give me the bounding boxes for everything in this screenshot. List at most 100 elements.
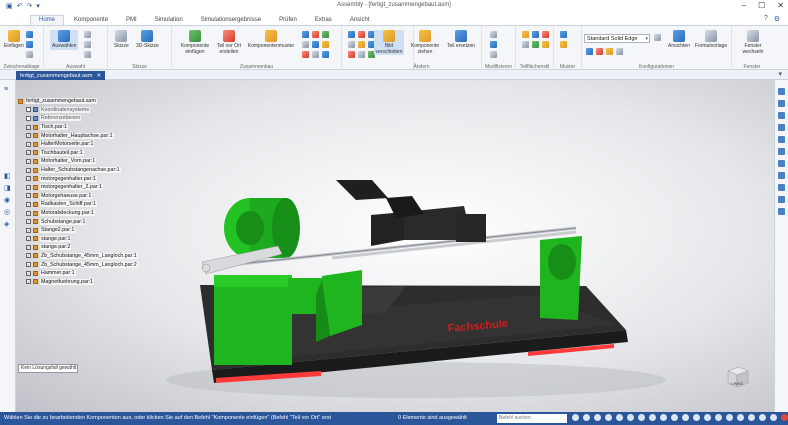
visibility-checkbox[interactable]: ✓ [26, 193, 31, 199]
tab-komponente[interactable]: Komponente [66, 16, 116, 25]
view-icon[interactable] [778, 136, 785, 143]
view-icon[interactable] [778, 172, 785, 179]
visibility-checkbox[interactable]: ✓ [26, 158, 31, 164]
config-icon[interactable] [616, 48, 623, 55]
sensor-icon[interactable]: ◉ [4, 196, 10, 204]
chevron-down-icon[interactable]: ▾ [778, 70, 782, 78]
view-icon[interactable] [778, 184, 785, 191]
view-icon[interactable] [778, 208, 785, 215]
fullscreen-icon[interactable] [748, 414, 755, 421]
tab-simulation[interactable]: Simulation [147, 16, 191, 25]
close-icon[interactable] [781, 414, 788, 421]
view-icon[interactable] [778, 124, 785, 131]
pattern-small-icon[interactable] [560, 31, 567, 38]
config-icon[interactable] [606, 48, 613, 55]
view-icon[interactable] [778, 196, 785, 203]
rotate-icon[interactable] [605, 414, 612, 421]
reflect-icon[interactable] [682, 414, 689, 421]
cut-icon[interactable] [26, 31, 33, 38]
tree-part-item[interactable]: ✓ Radkasten_Schiff.par:1 [18, 200, 158, 209]
view-icon[interactable] [778, 100, 785, 107]
maximize-icon[interactable]: ☐ [758, 1, 765, 10]
tree-part-item[interactable]: ✓ motorgegenhalter_2.par:1 [18, 183, 158, 192]
visibility-checkbox[interactable] [26, 107, 31, 113]
visibility-checkbox[interactable]: ✓ [26, 176, 31, 182]
tree-part-item[interactable]: ✓ HalterMotorseite.par:1 [18, 140, 158, 149]
tree-root[interactable]: fertigt_zusammengebaut.asm [18, 97, 158, 106]
visibility-checkbox[interactable]: ✓ [26, 244, 31, 250]
render-icon[interactable] [693, 414, 700, 421]
sketch-button[interactable]: Skizze [114, 30, 129, 50]
graphics-viewport[interactable]: Fachschule fertigt_zusammengebaut.asm Ko… [16, 80, 774, 412]
section-icon[interactable] [715, 414, 722, 421]
relation-icon[interactable] [348, 31, 355, 38]
tree-part-item[interactable]: ✓ stange.par:2 [18, 243, 158, 252]
visibility-checkbox[interactable]: ✓ [26, 227, 31, 233]
modify-icon[interactable] [490, 31, 497, 38]
tree-system-item[interactable]: Koordinatensysteme [18, 106, 158, 115]
visibility-checkbox[interactable]: ✓ [26, 167, 31, 173]
fit-icon[interactable] [583, 414, 590, 421]
modify-icon[interactable] [490, 51, 497, 58]
window-icon[interactable] [737, 414, 744, 421]
config-icon[interactable] [654, 34, 661, 41]
minimize-icon[interactable]: – [742, 1, 746, 10]
snap-icon[interactable] [660, 414, 667, 421]
mate-icon[interactable] [302, 31, 309, 38]
tab-simulationsergebnisse[interactable]: Simulationsergebnisse [193, 16, 269, 25]
view-icon[interactable] [778, 88, 785, 95]
close-icon[interactable]: ✕ [96, 73, 101, 79]
tree-part-item[interactable]: ✓ stange.par:1 [18, 235, 158, 244]
layers-icon[interactable]: ◧ [4, 172, 11, 180]
face-style-icon[interactable] [532, 31, 539, 38]
tree-part-item[interactable]: ✓ Motorhalter_Hauptachse.par:1 [18, 131, 158, 140]
config-icon[interactable] [586, 48, 593, 55]
notification-icon[interactable] [759, 414, 766, 421]
save-icon[interactable]: ▣ [6, 3, 13, 10]
undo-icon[interactable]: ↶ [17, 3, 23, 10]
drag-component-button[interactable]: Komponente ziehen [410, 30, 440, 55]
tree-part-item[interactable]: ✓ Magnetfuehrung.par:1 [18, 277, 158, 286]
visibility-checkbox[interactable]: ✓ [26, 270, 31, 276]
move-component-button[interactable]: Bild verschieben [374, 30, 404, 55]
relation-icon[interactable] [348, 41, 355, 48]
tree-system-item[interactable]: Referenzebenen [18, 114, 158, 123]
visibility-checkbox[interactable]: ✓ [26, 124, 31, 130]
family-icon[interactable]: ◈ [4, 220, 9, 228]
copy-icon[interactable] [26, 41, 33, 48]
grid-icon[interactable] [649, 414, 656, 421]
visibility-checkbox[interactable]: ✓ [26, 201, 31, 207]
switch-window-button[interactable]: Fenster wechseln [736, 30, 770, 55]
tab-pruefen[interactable]: Prüfen [271, 16, 305, 25]
customize-icon[interactable]: ▾ [36, 3, 40, 10]
view-icon[interactable] [778, 160, 785, 167]
views-button[interactable]: Ansichten [666, 30, 692, 50]
align-icon[interactable] [312, 31, 319, 38]
select-filter-icon[interactable] [84, 31, 91, 38]
config-icon[interactable] [596, 48, 603, 55]
visibility-checkbox[interactable]: ✓ [26, 210, 31, 216]
tree-part-item[interactable]: ✓ Hammer.par:1 [18, 269, 158, 278]
sketch-3d-button[interactable]: 3D-Skizze [136, 30, 159, 50]
face-style-icon[interactable] [522, 41, 529, 48]
pattern-small-icon[interactable] [560, 41, 567, 48]
help-icon[interactable]: ? [764, 15, 768, 23]
tree-part-item[interactable]: ✓ Halter_Schubstangenachse.par:1 [18, 166, 158, 175]
tangent-icon[interactable] [322, 51, 329, 58]
face-style-icon[interactable] [542, 31, 549, 38]
visibility-checkbox[interactable]: ✓ [26, 184, 31, 190]
face-style-icon[interactable] [532, 41, 539, 48]
visibility-checkbox[interactable]: ✓ [26, 133, 31, 139]
document-tab[interactable]: fertigt_zusammengebaut.asm ✕ [16, 71, 106, 80]
format-template-button[interactable]: Formatvorlage [692, 30, 730, 50]
settings-icon[interactable] [726, 414, 733, 421]
shading-icon[interactable] [627, 414, 634, 421]
tree-part-item[interactable]: ✓ Zb_Schubstange_45mm_Langloch.par:1 [18, 252, 158, 261]
create-part-in-place-button[interactable]: Teil vor Ort erstellen [214, 30, 244, 55]
visibility-checkbox[interactable] [26, 115, 31, 121]
view-icon[interactable] [778, 148, 785, 155]
tree-part-item[interactable]: ✓ Motorabdeckung.par:1 [18, 209, 158, 218]
pathfinder-icon[interactable]: ≡ [4, 86, 8, 93]
visibility-checkbox[interactable]: ✓ [26, 236, 31, 242]
select-tools-icon[interactable]: ◎ [4, 208, 10, 216]
